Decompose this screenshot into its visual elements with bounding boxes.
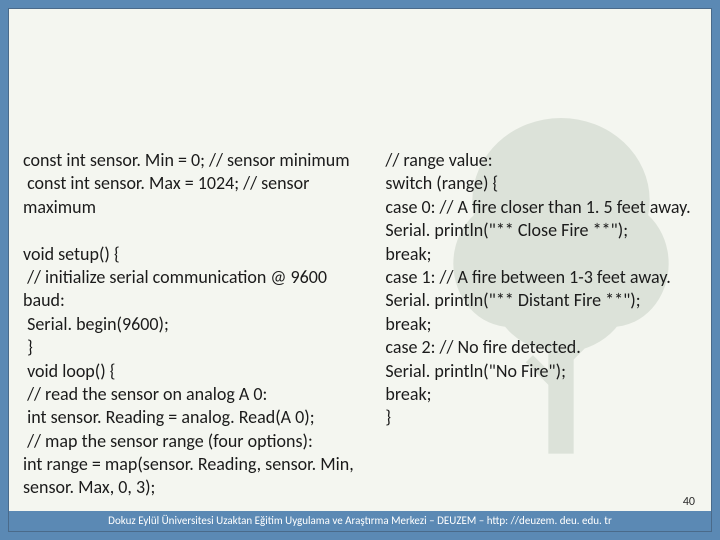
left-code-block: const int sensor. Min = 0; // sensor min… bbox=[23, 149, 355, 501]
footer-bar: Dokuz Eylül Üniversitesi Uzaktan Eğitim … bbox=[9, 511, 711, 531]
page-number: 40 bbox=[683, 495, 695, 509]
right-code-block: // range value: switch (range) { case 0:… bbox=[381, 149, 697, 501]
footer-text: Dokuz Eylül Üniversitesi Uzaktan Eğitim … bbox=[108, 514, 612, 527]
code-columns: const int sensor. Min = 0; // sensor min… bbox=[23, 149, 697, 501]
content-area: const int sensor. Min = 0; // sensor min… bbox=[8, 8, 712, 532]
slide: const int sensor. Min = 0; // sensor min… bbox=[0, 0, 720, 540]
